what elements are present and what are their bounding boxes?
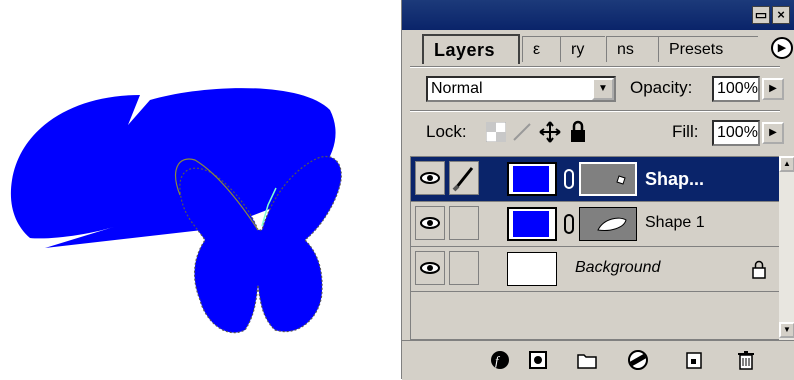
opacity-value: 100% [717, 80, 758, 97]
divider [410, 110, 780, 112]
blend-mode-value: Normal [431, 80, 483, 97]
trash-icon[interactable] [736, 349, 758, 371]
layers-bottom-toolbar: f [402, 340, 794, 380]
tab-history[interactable]: ry [560, 36, 605, 62]
layers-list: Shap... Shape 1 Background [410, 156, 780, 340]
palette-menu-icon[interactable]: ▶ [771, 37, 793, 59]
tab-actions-label: ns [617, 41, 634, 58]
fill-label: Fill: [672, 122, 699, 141]
link-icon[interactable] [563, 169, 575, 189]
layer-name[interactable]: Background [575, 259, 660, 277]
fill-value: 100% [717, 124, 758, 141]
palette-tab-row: Layers ε ry ns Presets ▶ [402, 30, 794, 64]
mask-icon[interactable] [528, 349, 550, 371]
opacity-label: Opacity: [630, 78, 693, 97]
adjustment-layer-icon[interactable] [628, 349, 650, 371]
tab-presets[interactable]: Presets [658, 36, 758, 62]
tab-actions[interactable]: ns [606, 36, 658, 62]
tab-layers[interactable]: Layers [422, 34, 520, 64]
scroll-up-button[interactable]: ▲ [779, 156, 794, 172]
close-icon[interactable]: × [772, 6, 790, 24]
layer-row-shape-1[interactable]: Shape 1 [411, 202, 779, 247]
layer-style-icon[interactable]: f [490, 349, 512, 371]
blend-mode-select[interactable]: Normal [426, 76, 616, 102]
eye-icon [420, 172, 440, 184]
link-icon[interactable] [563, 214, 575, 234]
layer-thumbnail [507, 162, 557, 196]
layer-row-shape-2[interactable]: Shap... [411, 157, 779, 202]
fill-slider-button[interactable]: ▶ [762, 122, 784, 144]
tab-partial-1[interactable]: ε [522, 36, 560, 62]
divider [410, 66, 780, 68]
layers-scrollbar[interactable]: ▲ ▼ [779, 156, 794, 340]
opacity-slider-button[interactable]: ▶ [762, 78, 784, 100]
brush-icon[interactable] [512, 122, 534, 142]
eye-icon [420, 262, 440, 274]
layers-palette: ▭ × Layers ε ry ns Presets ▶ Normal ▼ Op… [401, 0, 794, 380]
layer-name[interactable]: Shap... [645, 169, 704, 190]
tab-presets-label: Presets [669, 41, 724, 58]
move-icon[interactable] [538, 120, 562, 144]
folder-icon[interactable] [576, 349, 598, 371]
transparency-lock-icon[interactable] [486, 122, 506, 142]
visibility-toggle[interactable] [415, 251, 445, 285]
visibility-toggle[interactable] [415, 161, 445, 195]
palette-title-bar[interactable]: ▭ × [402, 0, 794, 30]
lock-icon [752, 260, 766, 279]
layer-name[interactable]: Shape 1 [645, 214, 705, 232]
link-toggle[interactable] [449, 206, 479, 240]
chevron-down-icon[interactable]: ▼ [592, 78, 614, 100]
lock-label: Lock: [426, 122, 467, 141]
brush-icon [452, 167, 474, 192]
document-canvas[interactable] [0, 0, 400, 379]
new-layer-icon[interactable] [684, 349, 706, 371]
visibility-toggle[interactable] [415, 206, 445, 240]
link-toggle[interactable] [449, 251, 479, 285]
tab-history-label: ry [571, 41, 585, 58]
vector-mask-thumbnail [579, 207, 637, 241]
layer-thumbnail [507, 207, 557, 241]
scroll-down-button[interactable]: ▼ [779, 322, 794, 338]
fill-input[interactable]: 100% [712, 120, 760, 146]
layer-thumbnail [507, 252, 557, 286]
lock-icon[interactable] [568, 120, 588, 144]
minimize-icon[interactable]: ▭ [752, 6, 770, 24]
layer-row-background[interactable]: Background [411, 247, 779, 292]
vector-mask-thumbnail [579, 162, 637, 196]
opacity-input[interactable]: 100% [712, 76, 760, 102]
tab-layers-label: Layers [434, 40, 496, 60]
link-toggle[interactable] [449, 161, 479, 195]
eye-icon [420, 217, 440, 229]
tab-partial-1-label: ε [533, 41, 541, 58]
